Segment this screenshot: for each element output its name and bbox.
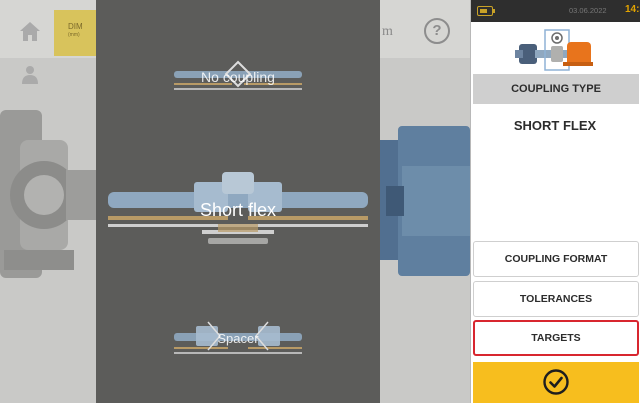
home-icon[interactable] — [18, 20, 42, 42]
confirm-button[interactable] — [473, 362, 639, 403]
machine-coupling-thumbnail-icon — [515, 29, 593, 71]
option-short-flex[interactable]: Short flex — [96, 168, 380, 250]
status-bar: 03.06.2022 14:3 — [471, 0, 640, 22]
coupling-type-value: SHORT FLEX — [513, 118, 597, 133]
battery-icon — [477, 6, 495, 16]
status-date: 03.06.2022 — [569, 6, 607, 15]
option-label: Spacer — [217, 331, 259, 346]
targets-button[interactable]: TARGETS — [473, 320, 639, 356]
settings-panel: 03.06.2022 14:3 COUPLING TYPE SHORT FLEX… — [470, 0, 640, 403]
option-spacer[interactable]: Spacer — [96, 316, 380, 360]
user-icon[interactable] — [20, 64, 40, 84]
coupling-type-picker[interactable]: No coupling Short flex Spacer — [96, 0, 380, 403]
motor-machine-image — [378, 126, 470, 276]
dimensions-tab-unit: (mm) — [68, 32, 80, 38]
partial-label: m — [382, 24, 393, 39]
option-label: No coupling — [201, 69, 275, 85]
status-time: 14:3 — [625, 4, 640, 15]
help-icon[interactable]: ? — [424, 18, 450, 44]
coupling-type-header: COUPLING TYPE — [473, 74, 639, 104]
coupling-format-button[interactable]: COUPLING FORMAT — [473, 241, 639, 277]
dimensions-tab[interactable]: DIM (mm) — [54, 10, 98, 56]
pump-machine-image — [0, 110, 100, 278]
option-label: Short flex — [199, 200, 277, 220]
dimensions-tab-label: DIM — [68, 22, 83, 31]
checkmark-circle-icon — [543, 369, 569, 395]
tolerances-button[interactable]: TOLERANCES — [473, 281, 639, 317]
option-no-coupling[interactable]: No coupling — [96, 56, 380, 98]
